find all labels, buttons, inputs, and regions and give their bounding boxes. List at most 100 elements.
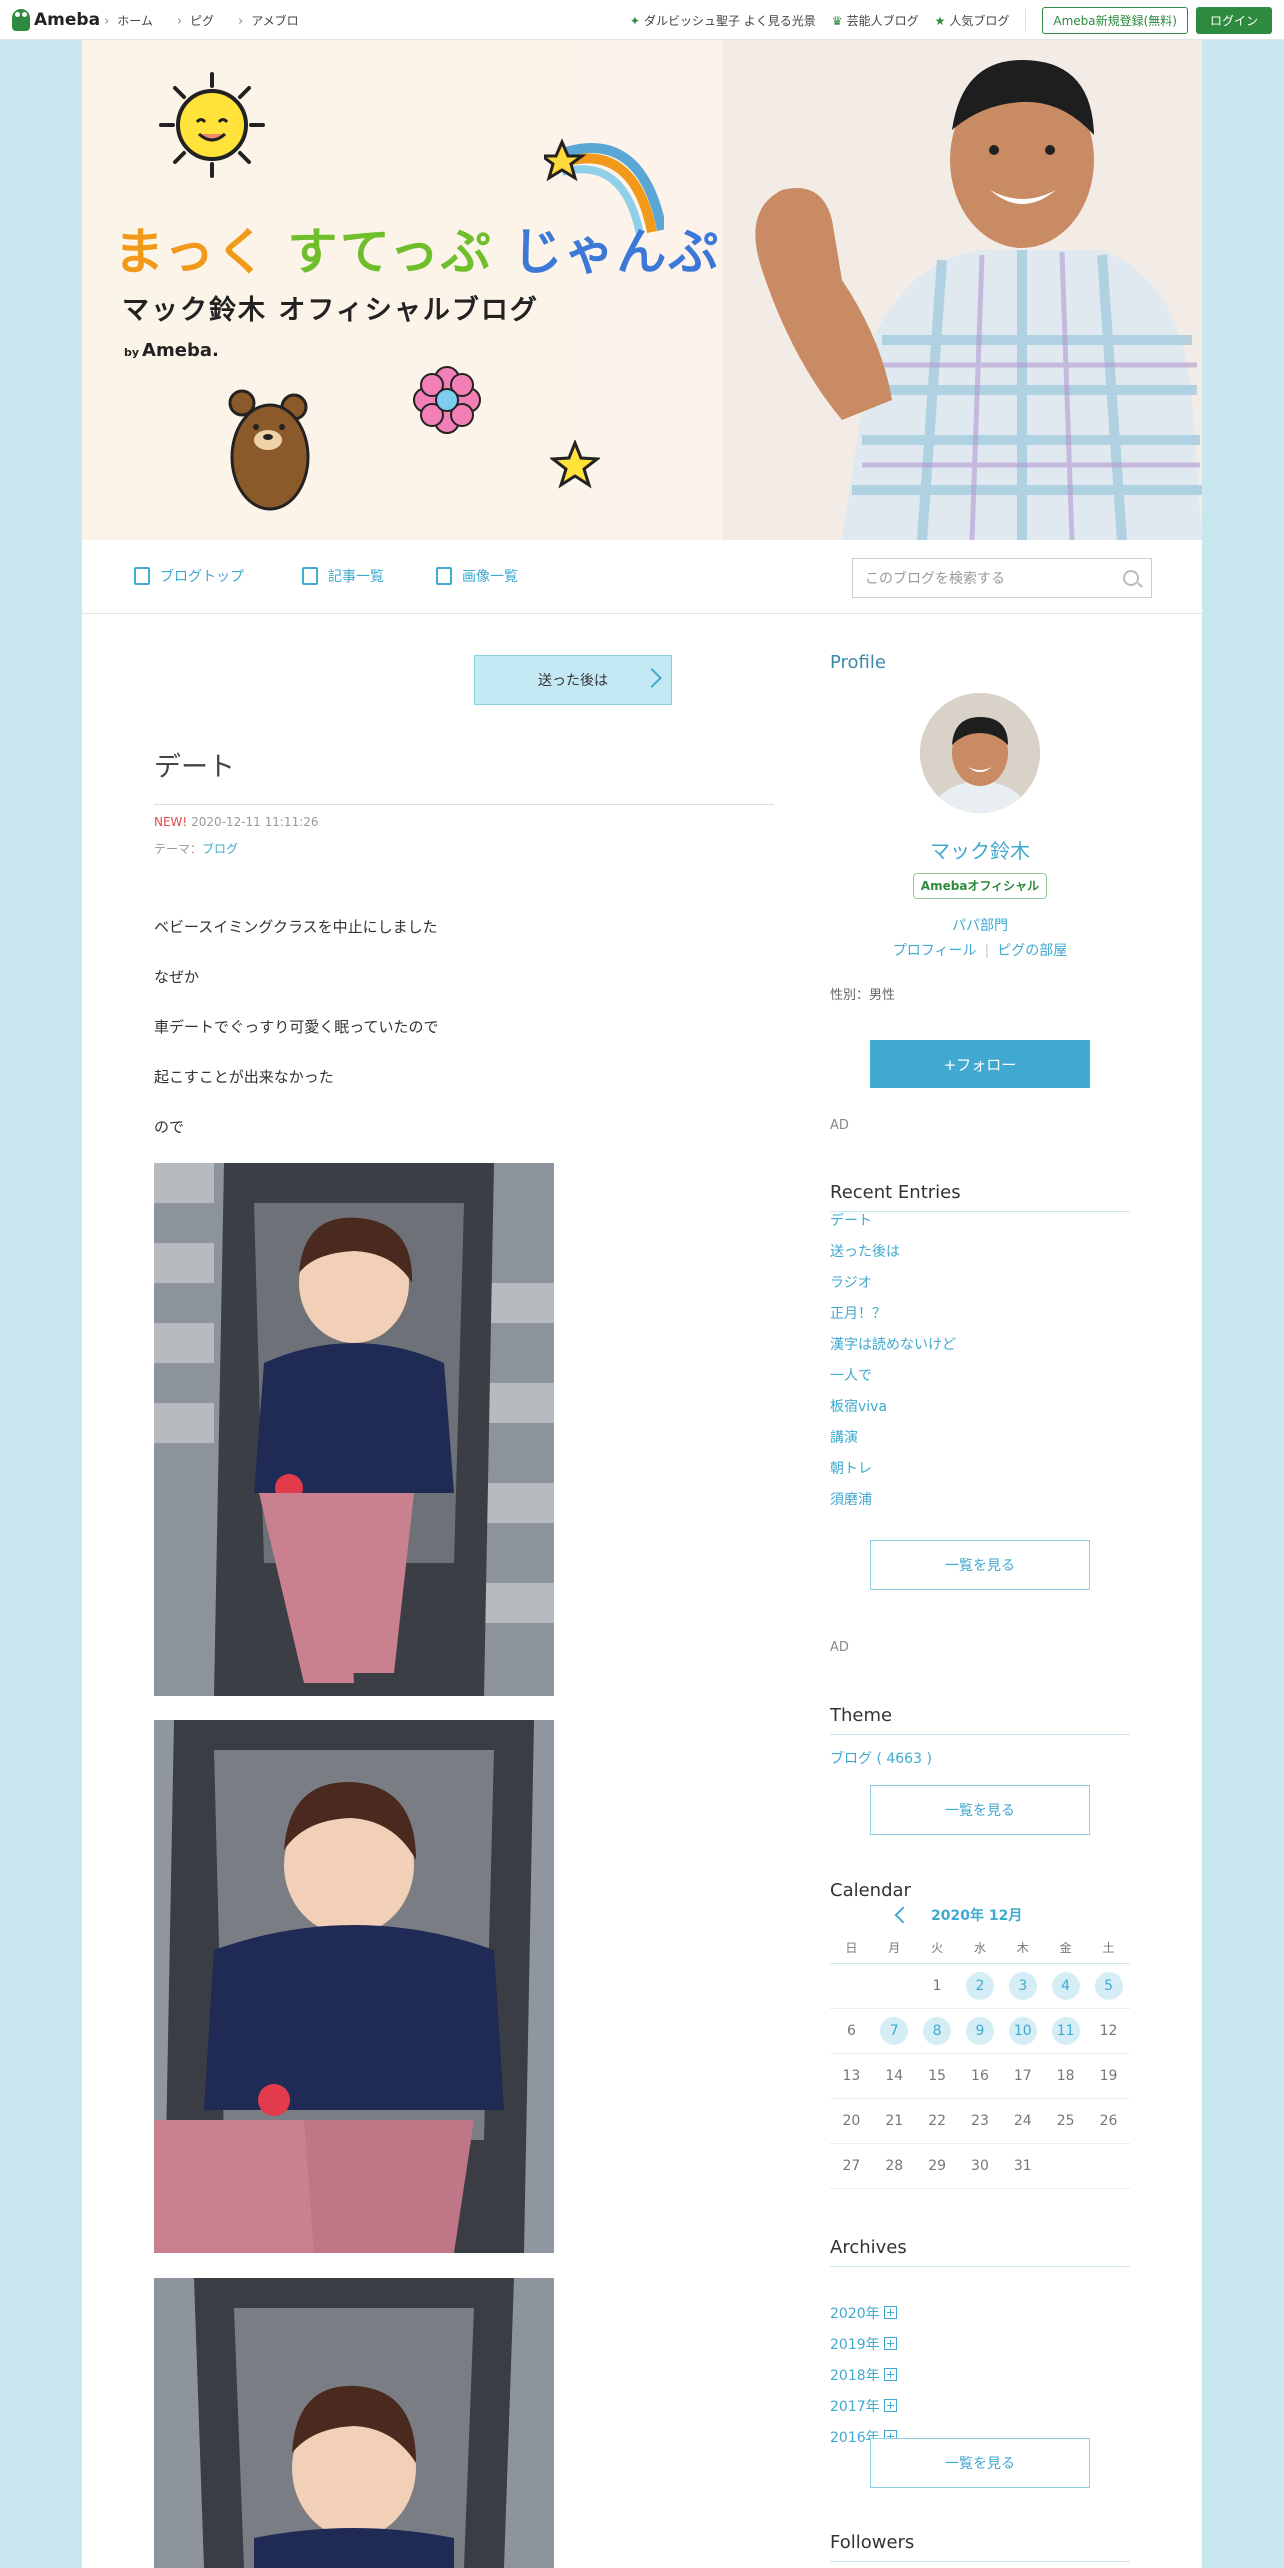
logo-text: Ameba [34, 10, 101, 30]
ameba-frog-icon [12, 9, 30, 31]
calendar-day-empty [872, 1963, 916, 2009]
weekday-thu: 木 [1001, 1933, 1045, 1964]
calendar-day-with-post[interactable]: 10 [1001, 2008, 1045, 2054]
archive-year[interactable]: 2019年 [830, 2328, 1130, 2359]
flower-illustration [413, 366, 481, 434]
nav-entry-list[interactable]: 記事一覧 [302, 566, 384, 586]
recent-entry-link[interactable]: 漢字は読めないけど [830, 1334, 1130, 1365]
recent-entry-link[interactable]: 朝トレ [830, 1458, 1130, 1489]
search-icon[interactable] [1123, 570, 1139, 586]
entry-photo-2[interactable] [154, 1720, 554, 2253]
calendar-day: 21 [872, 2098, 916, 2144]
archive-year-label: 2017年 [830, 2398, 880, 2415]
entry-title[interactable]: デート [154, 745, 774, 805]
theme-link[interactable]: ブログ [202, 842, 238, 856]
recent-entry-link[interactable]: ラジオ [830, 1272, 1130, 1303]
new-badge: NEW! [154, 815, 188, 829]
nav-blog-top[interactable]: ブログトップ [134, 566, 244, 586]
profile-category[interactable]: パパ部門 [830, 915, 1130, 935]
profile-links: プロフィール | ピグの部屋 [830, 940, 1130, 960]
calendar-day: 24 [1001, 2098, 1045, 2144]
previous-entry-button[interactable]: 送った後は [474, 655, 672, 705]
calendar-day: 25 [1044, 2098, 1088, 2144]
calendar-day: 28 [872, 2143, 916, 2189]
calendar-day-with-post[interactable]: 9 [958, 2008, 1002, 2054]
calendar-day-with-post[interactable]: 4 [1044, 1963, 1088, 2009]
archives-heading: Archives [830, 2237, 1130, 2267]
top-right-links: ✦ ダルビッシュ聖子 よく見る光景 ♛ 芸能人ブログ ★ 人気ブログ Ameba新規登… [630, 0, 1272, 40]
recent-entry-link[interactable]: 板宿viva [830, 1396, 1130, 1427]
top-nav-pig[interactable]: ピグ [177, 12, 214, 29]
profile-name[interactable]: マック鈴木 [830, 835, 1130, 864]
calendar-day-with-post[interactable]: 3 [1001, 1963, 1045, 2009]
archive-year[interactable]: 2018年 [830, 2359, 1130, 2390]
recent-entries-list: デート 送った後は ラジオ 正月！？ 漢字は読めないけど 一人で 板宿viva … [830, 1210, 1130, 1520]
calendar-day-with-post[interactable]: 5 [1087, 1963, 1130, 2009]
nav-image-list[interactable]: 画像一覧 [436, 566, 518, 586]
sparkle-icon: ✦ [629, 13, 640, 28]
calendar-day-with-post[interactable]: 8 [915, 2008, 959, 2054]
top-nav: ホーム ピグ アメブロ [104, 0, 298, 40]
entry-photo-1[interactable] [154, 1163, 554, 1696]
profile-avatar[interactable] [920, 693, 1040, 813]
celebrity-blog-link[interactable]: ♛ 芸能人ブログ [832, 12, 919, 29]
recent-entry-link[interactable]: 送った後は [830, 1241, 1130, 1272]
expand-plus-icon[interactable] [883, 2399, 897, 2412]
archive-year[interactable]: 2017年 [830, 2390, 1130, 2421]
nav-blog-top-label: ブログトップ [160, 569, 244, 585]
weekday-tue: 火 [915, 1933, 959, 1964]
recent-entries-heading: Recent Entries [830, 1182, 1130, 1212]
recent-see-all-button[interactable]: 一覧を見る [870, 1540, 1090, 1590]
top-nav-ameblo[interactable]: アメブロ [238, 12, 298, 29]
calendar-day: 19 [1087, 2053, 1130, 2099]
recent-entry-link[interactable]: 一人で [830, 1365, 1130, 1396]
entry-photo-3[interactable] [154, 2278, 554, 2568]
calendar-day-with-post[interactable]: 7 [872, 2008, 916, 2054]
recent-entry-link[interactable]: 講演 [830, 1427, 1130, 1458]
calendar-day: 23 [958, 2098, 1002, 2144]
follow-button[interactable]: +フォロー [870, 1040, 1090, 1088]
calendar-day: 18 [1044, 2053, 1088, 2099]
crown-icon: ♛ [831, 13, 843, 28]
blog-title-art: まっく すてっぷ じゃんぷ [114, 212, 720, 284]
recent-entry-link[interactable]: 正月！？ [830, 1303, 1130, 1334]
expand-plus-icon[interactable] [883, 2306, 897, 2319]
calendar-day: 15 [915, 2053, 959, 2099]
recent-entry-link[interactable]: デート [830, 1210, 1130, 1241]
theme-item-link[interactable]: ブログ ( 4663 ) [830, 1748, 1130, 1768]
top-nav-home[interactable]: ホーム [104, 12, 153, 29]
weekday-mon: 月 [872, 1933, 916, 1964]
calendar-day: 13 [830, 2053, 873, 2099]
chevron-left-icon[interactable] [894, 1906, 912, 1924]
archives-see-all-button[interactable]: 一覧を見る [870, 2438, 1090, 2488]
blog-search-input[interactable]: このブログを検索する [852, 558, 1152, 598]
calendar-month-nav: 2020年 12月 [894, 1905, 1077, 1925]
popular-blog-link[interactable]: ★ 人気ブログ [935, 12, 1010, 29]
profile-heading-text: Profile [830, 652, 886, 673]
recent-entry-link[interactable]: 須磨浦 [830, 1489, 1130, 1520]
archive-year[interactable]: 2020年 [830, 2297, 1130, 2328]
trend-link[interactable]: ✦ ダルビッシュ聖子 よく見る光景 [630, 12, 816, 29]
title-part-1: まっく [114, 223, 268, 281]
pig-room-link[interactable]: ピグの部屋 [997, 943, 1067, 959]
weekday-wed: 水 [958, 1933, 1002, 1964]
calendar-day-with-post[interactable]: 11 [1044, 2008, 1088, 2054]
archive-year-label: 2020年 [830, 2305, 880, 2322]
entry-paragraph: 車デートでぐっすり可愛く眠っていたので [154, 1018, 439, 1036]
document-icon [134, 567, 150, 585]
calendar-heading: Calendar [830, 1880, 911, 1901]
profile-link[interactable]: プロフィール [893, 943, 977, 959]
expand-plus-icon[interactable] [883, 2337, 897, 2350]
calendar-day: 1 [915, 1963, 959, 2009]
calendar-day: 17 [1001, 2053, 1045, 2099]
login-button[interactable]: ログイン [1195, 6, 1272, 34]
blog-header-banner[interactable]: まっく すてっぷ じゃんぷ マック鈴木 オフィシャルブログ by Ameba. [82, 40, 1202, 540]
calendar-day-with-post[interactable]: 2 [958, 1963, 1002, 2009]
calendar-day: 29 [915, 2143, 959, 2189]
theme-see-all-button[interactable]: 一覧を見る [870, 1785, 1090, 1835]
register-button[interactable]: Ameba新規登録(無料) [1042, 6, 1188, 34]
blog-container: まっく すてっぷ じゃんぷ マック鈴木 オフィシャルブログ byAmeba. [82, 40, 1202, 2568]
calendar-day: 22 [915, 2098, 959, 2144]
ameba-logo[interactable]: Ameba [12, 8, 100, 32]
expand-plus-icon[interactable] [883, 2368, 897, 2381]
